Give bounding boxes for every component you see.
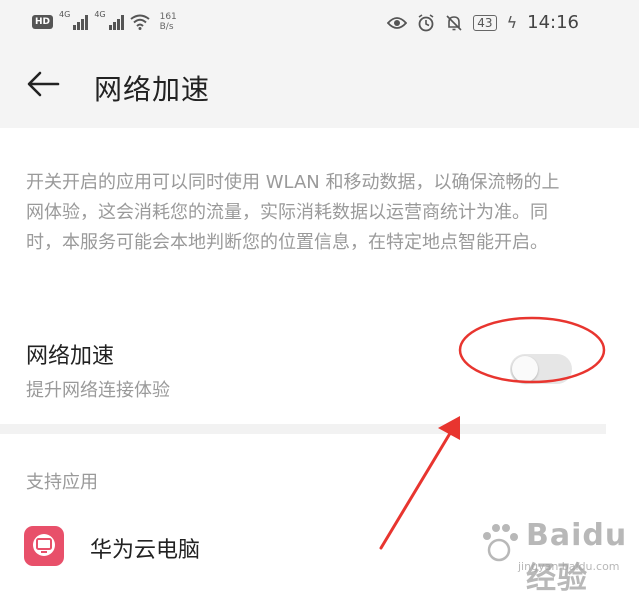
eye-icon (387, 16, 408, 29)
watermark-text: Baidu经验 (526, 518, 628, 596)
signal-icon (108, 14, 124, 30)
status-left: HD 4G 4G 161 B/s (32, 10, 177, 34)
description-text: 开关开启的应用可以同时使用 WLAN 和移动数据，以确保流畅的上网体验，这会消耗… (26, 172, 560, 253)
battery-icon: 43 (473, 14, 497, 31)
wifi-icon (129, 14, 150, 30)
alarm-icon (418, 13, 434, 31)
network-speed: 161 B/s (160, 12, 177, 32)
phone-screen: HD 4G 4G 161 B/s 43 ϟ 14:16 网络加速 开关开启的应用… (0, 0, 639, 596)
setting-title: 网络加速 (26, 344, 115, 369)
status-bar: HD 4G 4G 161 B/s 43 ϟ 14:16 (0, 0, 639, 42)
toggle-knob (512, 356, 538, 382)
network-tag: 4G (59, 10, 71, 19)
app-label: 华为云电脑 (90, 538, 201, 563)
setting-subtitle: 提升网络连接体验 (26, 380, 170, 401)
speed-unit: B/s (159, 22, 174, 32)
clock: 14:16 (527, 12, 579, 33)
charging-icon: ϟ (506, 12, 518, 32)
watermark: Baidu经验 jingyan.baidu.com (476, 516, 626, 596)
status-right: 43 ϟ 14:16 (387, 12, 579, 33)
back-arrow-icon[interactable] (24, 64, 64, 104)
network-tag: 4G (94, 10, 106, 19)
section-divider (0, 424, 606, 434)
speed-value: 161 (159, 12, 177, 22)
signal-icon (73, 14, 89, 30)
app-bar: 网络加速 (0, 42, 639, 128)
watermark-sub: jingyan.baidu.com (518, 560, 620, 573)
paw-logo-icon (483, 524, 518, 562)
network-acceleration-toggle[interactable] (510, 354, 572, 384)
cloud-pc-icon (24, 526, 64, 566)
hd-icon: HD (32, 15, 54, 29)
bell-mute-icon (446, 14, 462, 31)
supported-apps-header: 支持应用 (26, 472, 98, 493)
page-title: 网络加速 (94, 73, 211, 106)
